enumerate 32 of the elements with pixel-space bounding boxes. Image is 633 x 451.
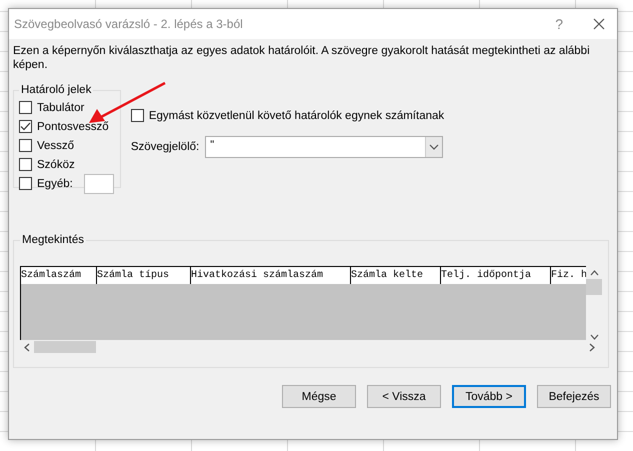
checkbox[interactable] [19, 177, 32, 190]
checkbox-label: Szóköz [37, 158, 75, 170]
group-title: Megtekintés [21, 234, 86, 246]
group-title: Határoló jelek [20, 84, 92, 96]
checkbox-label: Egyéb: [37, 178, 73, 190]
checkbox-label: Egymást közvetlenül követő határolók egynek számítanak [148, 110, 444, 122]
checkbox[interactable] [19, 158, 32, 171]
scroll-thumb[interactable] [586, 279, 602, 295]
scroll-left-icon[interactable] [24, 342, 30, 352]
scroll-down-icon[interactable] [590, 334, 598, 340]
checkbox[interactable] [130, 109, 144, 122]
dialog-button[interactable]: < Vissza [367, 385, 441, 408]
help-button[interactable]: ? [555, 16, 563, 32]
scroll-up-icon[interactable] [590, 270, 598, 276]
checkbox-label: Vessző [37, 140, 74, 152]
checkbox[interactable] [19, 101, 32, 114]
dialog-button[interactable]: Mégse [282, 385, 356, 408]
dialog-button[interactable]: Tovább > [452, 385, 526, 408]
checkbox[interactable] [19, 139, 32, 152]
checkbox-label: Pontosvessző [37, 120, 109, 132]
scroll-right-icon[interactable] [589, 342, 595, 352]
scroll-thumb[interactable] [34, 341, 96, 353]
close-icon[interactable] [593, 18, 605, 30]
qualifier-label: Szövegjelölő: [130, 141, 200, 153]
window-title: Szövegbeolvasó varázsló - 2. lépés a 3-ból [14, 17, 244, 31]
qualifier-dropdown[interactable]: " [205, 136, 444, 158]
dialog-button[interactable]: Befejezés [537, 385, 611, 408]
other-input-field[interactable] [84, 174, 114, 194]
chevron-down-icon [429, 144, 440, 150]
description-text: Ezen a képernyőn kiválaszthatja az egyes adatok határolóit. A szövegre gyakorolt hatását megtekintheti az alábbi képen. [13, 44, 591, 72]
checkbox[interactable] [19, 120, 32, 133]
checkbox-label: Tabulátor [37, 102, 84, 114]
